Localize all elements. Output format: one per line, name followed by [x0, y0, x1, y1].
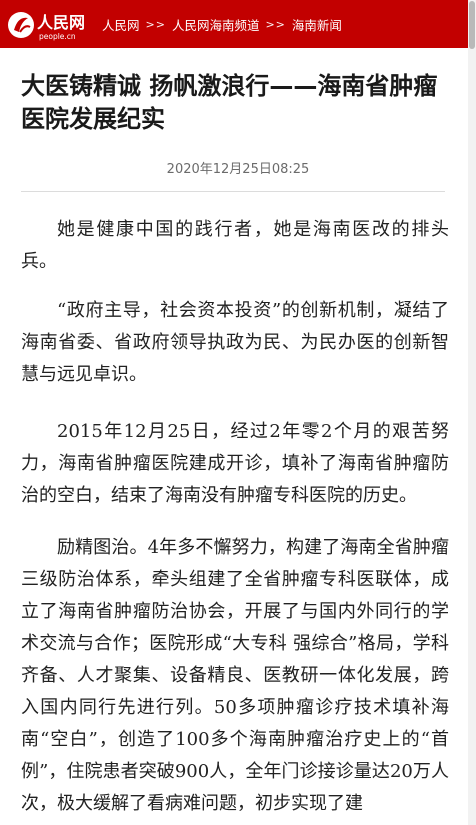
top-bar: 人民网 people.cn 人民网 >> 人民网海南频道 >> 海南新闻: [0, 0, 476, 48]
scrollbar[interactable]: [468, 0, 476, 825]
logo-subtext: people.cn: [39, 32, 76, 41]
article-paragraph: 她是健康中国的践行者，她是海南医改的排头兵。: [21, 219, 449, 272]
article-paragraph: “政府主导，社会资本投资”的创新机制，凝结了海南省委、省政府领导执政为民、为民办…: [21, 300, 449, 385]
article-title: 大医铸精诚 扬帆激浪行——海南省肿瘤医院发展纪实: [21, 72, 438, 133]
scrollbar-thumb[interactable]: [469, 1, 475, 49]
article-paragraph: 励精图治。4年多不懈努力，构建了海南全省肿瘤三级防治体系，牵头组建了全省肿瘤专科…: [21, 537, 449, 814]
people-cn-logo[interactable]: 人民网 people.cn: [6, 8, 90, 42]
breadcrumb-separator: >>: [265, 17, 286, 31]
breadcrumb-item-people[interactable]: 人民网: [102, 15, 140, 34]
divider: [21, 191, 445, 192]
breadcrumb-item-hainan-news[interactable]: 海南新闻: [292, 15, 342, 34]
breadcrumb: 人民网 >> 人民网海南频道 >> 海南新闻: [102, 0, 342, 48]
breadcrumb-item-hainan-channel[interactable]: 人民网海南频道: [172, 15, 260, 34]
logo-text: 人民网: [37, 13, 85, 32]
breadcrumb-separator: >>: [145, 17, 166, 31]
publish-date: 2020年12月25日08:25: [166, 162, 310, 177]
article-paragraph: 2015年12月25日，经过2年零2个月的艰苦努力，海南省肿瘤医院建成开诊，填补…: [21, 421, 449, 506]
